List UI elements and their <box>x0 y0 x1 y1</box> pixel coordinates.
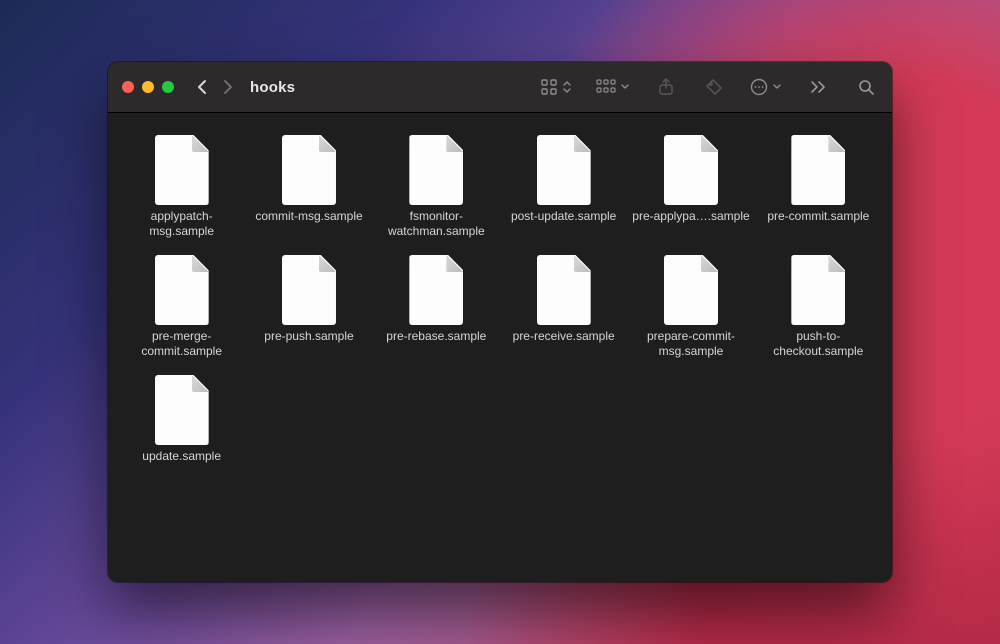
grid-icon <box>540 78 558 96</box>
document-icon <box>791 135 845 205</box>
finder-window: hooks <box>108 62 892 582</box>
file-name-label: pre-commit.sample <box>767 209 869 224</box>
document-icon <box>664 255 718 325</box>
tags-button[interactable] <box>702 75 726 99</box>
file-item[interactable]: fsmonitor-watchman.sample <box>375 131 498 243</box>
nav-controls <box>192 76 238 98</box>
minimize-window-button[interactable] <box>142 81 154 93</box>
ellipsis-circle-icon <box>750 78 768 96</box>
up-down-chevron-icon <box>562 80 572 94</box>
file-name-label: pre-push.sample <box>264 329 353 344</box>
file-item[interactable]: pre-push.sample <box>247 251 370 363</box>
file-item[interactable]: push-to-checkout.sample <box>757 251 880 363</box>
grid-small-icon <box>596 79 616 95</box>
file-item[interactable]: pre-commit.sample <box>757 131 880 243</box>
document-icon <box>155 375 209 445</box>
document-icon <box>282 135 336 205</box>
window-title: hooks <box>250 79 295 96</box>
document-icon <box>155 255 209 325</box>
file-item[interactable]: pre-rebase.sample <box>375 251 498 363</box>
back-button[interactable] <box>192 76 214 98</box>
group-by-button[interactable] <box>596 79 630 95</box>
file-name-label: fsmonitor-watchman.sample <box>377 209 496 239</box>
file-item[interactable]: pre-applypa….sample <box>629 131 752 243</box>
view-icon-mode-button[interactable] <box>540 78 572 96</box>
search-button[interactable] <box>854 75 878 99</box>
actions-menu-button[interactable] <box>750 78 782 96</box>
file-name-label: pre-merge-commit.sample <box>122 329 241 359</box>
document-icon <box>537 135 591 205</box>
close-window-button[interactable] <box>122 81 134 93</box>
file-name-label: update.sample <box>142 449 221 464</box>
file-name-label: push-to-checkout.sample <box>759 329 878 359</box>
forward-button[interactable] <box>216 76 238 98</box>
file-item[interactable]: update.sample <box>120 371 243 468</box>
file-name-label: commit-msg.sample <box>255 209 362 224</box>
traffic-lights <box>122 81 174 93</box>
file-item[interactable]: pre-merge-commit.sample <box>120 251 243 363</box>
file-name-label: post-update.sample <box>511 209 616 224</box>
document-icon <box>409 255 463 325</box>
document-icon <box>664 135 718 205</box>
desktop-wallpaper: hooks <box>0 0 1000 644</box>
file-item[interactable]: commit-msg.sample <box>247 131 370 243</box>
double-chevron-right-icon <box>810 80 826 94</box>
document-icon <box>155 135 209 205</box>
overflow-button[interactable] <box>806 75 830 99</box>
search-icon <box>858 79 875 96</box>
share-icon <box>658 78 674 96</box>
document-icon <box>791 255 845 325</box>
file-item[interactable]: applypatch-msg.sample <box>120 131 243 243</box>
file-item[interactable]: pre-receive.sample <box>502 251 625 363</box>
tag-icon <box>705 78 723 96</box>
file-name-label: pre-receive.sample <box>513 329 615 344</box>
file-grid-area[interactable]: applypatch-msg.sample commit-msg.sample fs… <box>108 113 892 582</box>
document-icon <box>537 255 591 325</box>
document-icon <box>282 255 336 325</box>
chevron-down-icon <box>772 83 782 91</box>
file-item[interactable]: post-update.sample <box>502 131 625 243</box>
chevron-down-icon <box>620 83 630 91</box>
share-button[interactable] <box>654 75 678 99</box>
file-item[interactable]: prepare-commit-msg.sample <box>629 251 752 363</box>
file-name-label: pre-applypa….sample <box>632 209 749 224</box>
file-name-label: prepare-commit-msg.sample <box>631 329 750 359</box>
window-toolbar: hooks <box>108 62 892 113</box>
zoom-window-button[interactable] <box>162 81 174 93</box>
file-name-label: applypatch-msg.sample <box>122 209 241 239</box>
document-icon <box>409 135 463 205</box>
toolbar-actions <box>540 75 878 99</box>
file-name-label: pre-rebase.sample <box>386 329 486 344</box>
